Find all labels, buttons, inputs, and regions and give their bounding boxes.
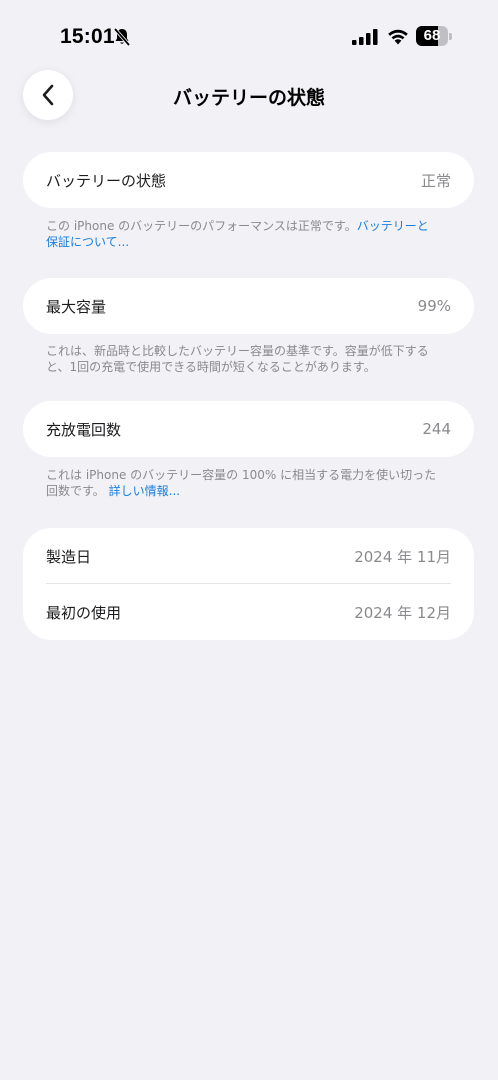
cycle-count-footnote-line-1: これは iPhone のバッテリー容量の 100% に相当する電力を使い切った <box>46 468 437 482</box>
battery-health-label: バッテリーの状態 <box>46 171 167 190</box>
cycle-count-label: 充放電回数 <box>46 420 122 439</box>
status-time: 15:01 <box>60 25 115 48</box>
learn-more-link[interactable]: 詳しい情報... <box>109 484 180 498</box>
battery-health-row: バッテリーの状態 正常 <box>23 152 474 208</box>
status-bar: 15:01 68 <box>0 0 498 72</box>
battery-body: 68 <box>416 26 448 46</box>
battery-warranty-link[interactable]: バッテリーと <box>357 219 429 233</box>
battery-health-footnote: この iPhone のバッテリーのパフォーマンスは正常です。バッテリーと 保証に… <box>46 218 456 250</box>
max-capacity-value: 99% <box>417 297 451 315</box>
max-capacity-card: 最大容量 99% <box>23 278 474 334</box>
max-capacity-footnote-line-2: と、1回の充電で使用できる時間が短くなることがあります。 <box>46 360 376 374</box>
battery-icon: 68 <box>416 26 452 46</box>
battery-health-screen: 15:01 68 バッテリーの状態 バッテリーの状態 正常 この iPhone … <box>0 0 498 1080</box>
manufacture-date-row: 製造日 2024 年 11月 <box>23 528 474 584</box>
manufacture-date-value: 2024 年 11月 <box>354 547 451 566</box>
first-use-label: 最初の使用 <box>46 603 122 622</box>
battery-health-value: 正常 <box>420 171 451 190</box>
cycle-count-row: 充放電回数 244 <box>23 401 474 457</box>
battery-warranty-link-cont[interactable]: 保証について... <box>46 235 129 249</box>
signal-icon <box>352 29 378 45</box>
cycle-count-value: 244 <box>422 420 451 438</box>
page-title: バッテリーの状態 <box>172 87 325 109</box>
mute-icon <box>113 27 131 47</box>
battery-health-card: バッテリーの状態 正常 <box>23 152 474 208</box>
cycle-count-footnote: これは iPhone のバッテリー容量の 100% に相当する電力を使い切った … <box>46 467 456 499</box>
max-capacity-footnote: これは、新品時と比較したバッテリー容量の基準です。容量が低下する と、1回の充電… <box>46 343 456 375</box>
cycle-count-card: 充放電回数 244 <box>23 401 474 457</box>
wifi-icon <box>388 29 408 45</box>
battery-percent: 68 <box>423 27 441 44</box>
max-capacity-footnote-line-1: これは、新品時と比較したバッテリー容量の基準です。容量が低下する <box>46 344 429 358</box>
battery-cap <box>449 33 452 40</box>
first-use-value: 2024 年 12月 <box>354 603 451 622</box>
manufacture-date-label: 製造日 <box>46 547 92 566</box>
max-capacity-label: 最大容量 <box>46 297 107 316</box>
battery-health-footnote-text: この iPhone のバッテリーのパフォーマンスは正常です。 <box>46 219 357 233</box>
dates-card: 製造日 2024 年 11月 最初の使用 2024 年 12月 <box>23 528 474 640</box>
first-use-row: 最初の使用 2024 年 12月 <box>23 584 474 640</box>
cycle-count-footnote-line-2: 回数です。 <box>46 484 105 498</box>
max-capacity-row: 最大容量 99% <box>23 278 474 334</box>
